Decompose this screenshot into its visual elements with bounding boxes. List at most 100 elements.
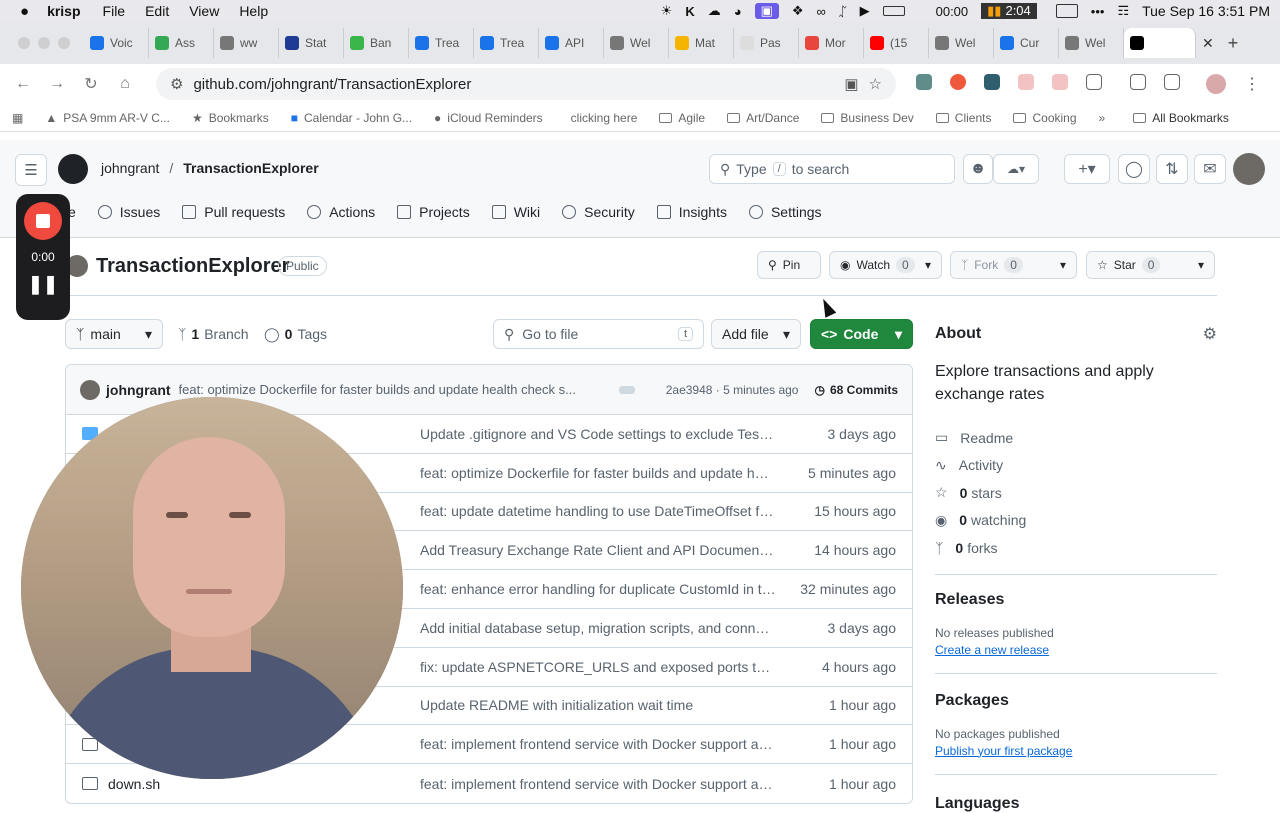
tab-wiki[interactable]: Wiki [491,204,540,220]
bookmark-folder[interactable]: Cooking [1013,111,1077,125]
browser-tab[interactable]: Trea [474,28,539,58]
tab-projects[interactable]: Projects [397,204,470,220]
branches-link[interactable]: ᛉ 1 Branch [178,326,249,342]
site-info-icon[interactable]: ⚙ [170,75,183,93]
browser-tab[interactable]: Cur [994,28,1059,58]
browser-menu-icon[interactable]: ⋮ [1244,74,1260,94]
github-logo-icon[interactable] [58,154,88,184]
reading-list-icon[interactable] [1130,74,1146,90]
all-bookmarks-folder[interactable]: All Bookmarks [1133,111,1229,125]
extension-icon[interactable] [916,74,932,90]
new-tab-button[interactable]: + [1228,33,1239,54]
browser-tab[interactable]: Mat [669,28,734,58]
home-icon[interactable]: ⌂ [108,75,142,93]
forward-icon[interactable]: → [40,75,74,93]
browser-tab[interactable]: Wel [1059,28,1124,58]
install-icon[interactable]: ▣ [844,75,858,93]
tab-settings[interactable]: Settings [748,204,822,220]
releases-title[interactable]: Releases [935,591,1217,609]
tab-issues[interactable]: Issues [97,204,160,220]
add-file-button[interactable]: Add file ▾ [711,319,801,349]
search-input[interactable]: ⚲ Type / to search [709,154,955,184]
bookmark-star-icon[interactable]: ☆ [869,75,882,93]
menubar-datetime[interactable]: Tue Sep 16 3:51 PM [1142,3,1270,19]
copilot-menu-button[interactable]: ☁▾ [993,154,1039,184]
screen-record-icon[interactable]: ▣ [754,3,779,19]
stop-recording-button[interactable] [24,202,62,240]
krisp-icon[interactable]: K [685,4,694,19]
menu-view[interactable]: View [189,3,219,19]
commit-expand-button[interactable] [618,385,635,394]
url-text[interactable]: github.com/johngrant/TransactionExplorer [193,76,471,93]
copilot-button[interactable]: ☻ [963,154,993,184]
browser-tab[interactable]: Voic [84,28,149,58]
profile-avatar[interactable] [1206,74,1226,94]
browser-tab[interactable]: (15 [864,28,929,58]
watch-button[interactable]: ◉ Watch 0 ▾ [829,251,942,279]
user-avatar[interactable] [1233,153,1265,185]
menu-help[interactable]: Help [239,3,268,19]
tab-security[interactable]: Security [562,204,635,220]
file-commit-message[interactable]: Add initial database setup, migration sc… [406,620,776,636]
bookmark-item[interactable]: clicking here [565,111,638,125]
url-bar[interactable]: ⚙ github.com/johngrant/TransactionExplor… [156,68,896,100]
hamburger-menu-button[interactable]: ☰ [15,154,47,186]
bookmark-folder[interactable]: Art/Dance [727,111,799,125]
apps-grid-icon[interactable]: ▦ [12,111,23,125]
brightness-icon[interactable]: ☀ [661,3,673,19]
file-commit-message[interactable]: Add Treasury Exchange Rate Client and AP… [406,542,776,558]
bookmark-item[interactable]: ● iCloud Reminders [434,111,543,125]
file-commit-message[interactable]: Update README with initialization wait t… [406,697,776,713]
browser-tab[interactable]: API [539,28,604,58]
extension-icon[interactable] [1052,74,1068,90]
create-new-button[interactable]: +▾ [1064,154,1110,184]
browser-tab[interactable]: Wel [604,28,669,58]
browser-tab[interactable]: Ban [344,28,409,58]
packages-title[interactable]: Packages [935,692,1217,710]
extension-icon[interactable] [1018,74,1034,90]
activity-link[interactable]: ∿ Activity [935,452,1217,480]
tab-search-icon[interactable] [1164,74,1180,90]
minimize-window-button[interactable] [38,37,50,49]
browser-tab[interactable] [1124,28,1196,58]
browser-tab[interactable]: Stat [279,28,344,58]
pause-icon[interactable]: ❚❚ [28,274,58,295]
fork-button[interactable]: ᛉ Fork 0 ▾ [950,251,1077,279]
file-commit-message[interactable]: Update .gitignore and VS Code settings t… [406,426,776,442]
publish-package-link[interactable]: Publish your first package [935,744,1217,758]
gear-icon[interactable]: ⚙ [1203,324,1217,344]
branch-selector[interactable]: ᛉ main ▾ [65,319,163,349]
menubar-app-name[interactable]: krisp [47,3,80,19]
bookmark-item[interactable]: ★ Bookmarks [192,111,269,125]
link-icon[interactable]: ∞ [817,4,826,19]
maximize-window-button[interactable] [58,37,70,49]
bookmark-folder[interactable]: Clients [935,111,991,125]
apple-icon[interactable]: ● [20,3,29,20]
bookmark-folder[interactable]: Business Dev [821,111,914,125]
network-icon[interactable]: ❖ [792,3,804,19]
browser-tab[interactable]: Ass [149,28,214,58]
browser-tab[interactable]: ww [214,28,279,58]
commit-message[interactable]: feat: optimize Dockerfile for faster bui… [179,382,605,397]
more-icon[interactable]: ••• [1091,4,1105,19]
go-to-file-input[interactable]: ⚲ Go to file t [493,319,704,349]
browser-tab[interactable]: Wel [929,28,994,58]
pull-requests-icon[interactable]: ⇅ [1156,154,1188,184]
star-button[interactable]: ☆ Star 0 ▾ [1086,251,1215,279]
puzzle-icon[interactable] [1086,74,1102,90]
extension-icon[interactable] [950,74,966,90]
menu-file[interactable]: File [103,3,126,19]
breadcrumb-repo[interactable]: TransactionExplorer [183,160,318,176]
create-release-link[interactable]: Create a new release [935,643,1217,657]
browser-tab[interactable]: Pas [734,28,799,58]
back-icon[interactable]: ← [6,75,40,93]
tab-actions[interactable]: Actions [307,204,375,220]
recording-badge[interactable]: ▮▮ 2:04 [981,3,1037,19]
stars-link[interactable]: ☆ 0 stars [935,479,1217,507]
readme-link[interactable]: ▭ Readme [935,424,1217,452]
repo-title[interactable]: TransactionExplorer [96,255,289,278]
tab-pull-requests[interactable]: Pull requests [182,204,285,220]
menu-edit[interactable]: Edit [145,3,169,19]
more-bookmarks-icon[interactable]: » [1099,111,1106,125]
commits-link[interactable]: ◷ 68 Commits [814,383,898,397]
